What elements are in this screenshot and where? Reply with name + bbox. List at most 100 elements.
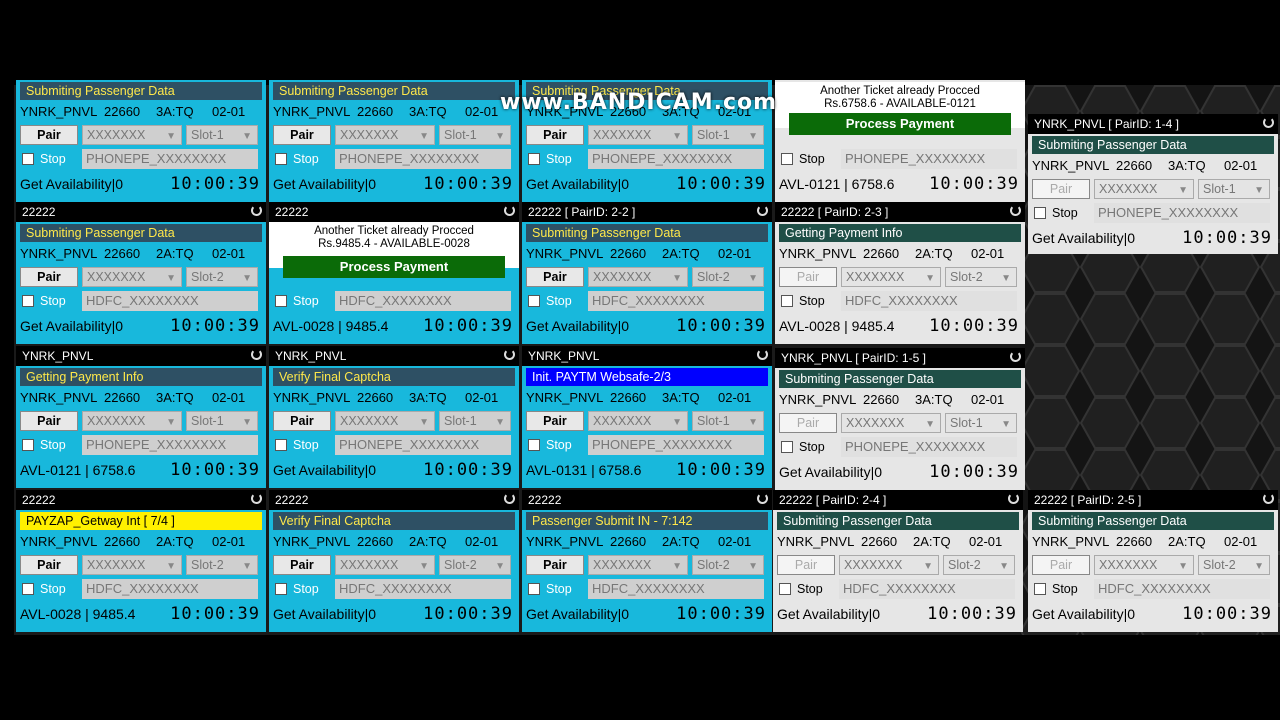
stop-checkbox[interactable] xyxy=(1034,583,1046,595)
slot-select[interactable]: Slot-2 ▼ xyxy=(692,267,764,287)
user-select[interactable]: XXXXXXX ▼ xyxy=(335,125,435,145)
pair-button[interactable]: Pair xyxy=(777,555,835,575)
power-icon[interactable] xyxy=(757,493,768,504)
bank-field[interactable]: HDFC_XXXXXXXX xyxy=(1094,579,1270,599)
user-select[interactable]: XXXXXXX ▼ xyxy=(588,125,688,145)
bank-field[interactable]: PHONEPE_XXXXXXXX xyxy=(841,149,1017,169)
pair-button[interactable]: Pair xyxy=(526,267,584,287)
user-select[interactable]: XXXXXXX ▼ xyxy=(1094,179,1194,199)
user-select[interactable]: XXXXXXX ▼ xyxy=(841,413,941,433)
bank-field[interactable]: PHONEPE_XXXXXXXX xyxy=(82,435,258,455)
pair-button[interactable]: Pair xyxy=(1032,179,1090,199)
process-payment-button[interactable]: Process Payment xyxy=(283,256,505,278)
stop-checkbox[interactable] xyxy=(1034,207,1046,219)
pair-button[interactable]: Pair xyxy=(273,411,331,431)
bank-field[interactable]: PHONEPE_XXXXXXXX xyxy=(335,435,511,455)
user-select[interactable]: XXXXXXX ▼ xyxy=(335,411,435,431)
stop-checkbox[interactable] xyxy=(528,295,540,307)
slot-select[interactable]: Slot-2 ▼ xyxy=(692,555,764,575)
bank-field[interactable]: HDFC_XXXXXXXX xyxy=(82,579,258,599)
bank-field[interactable]: HDFC_XXXXXXXX xyxy=(335,579,511,599)
stop-checkbox[interactable] xyxy=(22,583,34,595)
slot-select[interactable]: Slot-1 ▼ xyxy=(1198,179,1270,199)
user-select[interactable]: XXXXXXX ▼ xyxy=(335,555,435,575)
pair-button[interactable]: Pair xyxy=(20,125,78,145)
power-icon[interactable] xyxy=(251,205,262,216)
user-select[interactable]: XXXXXXX ▼ xyxy=(841,267,941,287)
pair-button[interactable]: Pair xyxy=(526,555,584,575)
bank-field[interactable]: PHONEPE_XXXXXXXX xyxy=(841,437,1017,457)
slot-select[interactable]: Slot-1 ▼ xyxy=(692,411,764,431)
pair-button[interactable]: Pair xyxy=(1032,555,1090,575)
user-select[interactable]: XXXXXXX ▼ xyxy=(82,267,182,287)
stop-checkbox[interactable] xyxy=(781,153,793,165)
user-select[interactable]: XXXXXXX ▼ xyxy=(588,267,688,287)
stop-checkbox[interactable] xyxy=(779,583,791,595)
slot-select[interactable]: Slot-2 ▼ xyxy=(186,267,258,287)
user-select[interactable]: XXXXXXX ▼ xyxy=(82,125,182,145)
slot-select[interactable]: Slot-2 ▼ xyxy=(439,555,511,575)
stop-checkbox[interactable] xyxy=(781,441,793,453)
user-select[interactable]: XXXXXXX ▼ xyxy=(588,411,688,431)
bank-field[interactable]: PHONEPE_XXXXXXXX xyxy=(335,149,511,169)
stop-checkbox[interactable] xyxy=(528,153,540,165)
user-select[interactable]: XXXXXXX ▼ xyxy=(82,555,182,575)
power-icon[interactable] xyxy=(1263,117,1274,128)
user-select[interactable]: XXXXXXX ▼ xyxy=(839,555,939,575)
slot-select[interactable]: Slot-1 ▼ xyxy=(945,413,1017,433)
power-icon[interactable] xyxy=(251,349,262,360)
slot-select[interactable]: Slot-2 ▼ xyxy=(945,267,1017,287)
bank-field[interactable]: HDFC_XXXXXXXX xyxy=(335,291,511,311)
pair-button[interactable]: Pair xyxy=(526,125,584,145)
slot-select[interactable]: Slot-2 ▼ xyxy=(943,555,1015,575)
stop-checkbox[interactable] xyxy=(781,295,793,307)
pair-button[interactable]: Pair xyxy=(20,411,78,431)
pair-button[interactable]: Pair xyxy=(273,555,331,575)
bank-field[interactable]: HDFC_XXXXXXXX xyxy=(839,579,1015,599)
process-payment-button[interactable]: Process Payment xyxy=(789,113,1011,135)
slot-select[interactable]: Slot-2 ▼ xyxy=(1198,555,1270,575)
bank-field[interactable]: HDFC_XXXXXXXX xyxy=(588,579,764,599)
bank-field[interactable]: PHONEPE_XXXXXXXX xyxy=(1094,203,1270,223)
slot-select[interactable]: Slot-1 ▼ xyxy=(692,125,764,145)
bank-field[interactable]: HDFC_XXXXXXXX xyxy=(82,291,258,311)
slot-select[interactable]: Slot-1 ▼ xyxy=(186,411,258,431)
stop-checkbox[interactable] xyxy=(275,583,287,595)
power-icon[interactable] xyxy=(757,349,768,360)
user-select[interactable]: XXXXXXX ▼ xyxy=(1094,555,1194,575)
pair-button[interactable]: Pair xyxy=(20,267,78,287)
stop-checkbox[interactable] xyxy=(22,295,34,307)
pair-button[interactable]: Pair xyxy=(779,413,837,433)
slot-select[interactable]: Slot-2 ▼ xyxy=(186,555,258,575)
power-icon[interactable] xyxy=(1010,205,1021,216)
bank-field[interactable]: HDFC_XXXXXXXX xyxy=(588,291,764,311)
power-icon[interactable] xyxy=(757,205,768,216)
stop-checkbox[interactable] xyxy=(528,583,540,595)
pair-button[interactable]: Pair xyxy=(526,411,584,431)
power-icon[interactable] xyxy=(1008,493,1019,504)
power-icon[interactable] xyxy=(504,205,515,216)
user-select[interactable]: XXXXXXX ▼ xyxy=(82,411,182,431)
stop-checkbox[interactable] xyxy=(22,153,34,165)
bank-field[interactable]: PHONEPE_XXXXXXXX xyxy=(588,435,764,455)
stop-checkbox[interactable] xyxy=(275,439,287,451)
bank-field[interactable]: PHONEPE_XXXXXXXX xyxy=(82,149,258,169)
stop-checkbox[interactable] xyxy=(275,153,287,165)
stop-checkbox[interactable] xyxy=(22,439,34,451)
power-icon[interactable] xyxy=(1263,493,1274,504)
stop-checkbox[interactable] xyxy=(275,295,287,307)
stop-checkbox[interactable] xyxy=(528,439,540,451)
power-icon[interactable] xyxy=(251,493,262,504)
slot-select[interactable]: Slot-1 ▼ xyxy=(186,125,258,145)
pair-button[interactable]: Pair xyxy=(273,125,331,145)
slot-select[interactable]: Slot-1 ▼ xyxy=(439,411,511,431)
power-icon[interactable] xyxy=(504,349,515,360)
bank-field[interactable]: HDFC_XXXXXXXX xyxy=(841,291,1017,311)
pair-button[interactable]: Pair xyxy=(779,267,837,287)
power-icon[interactable] xyxy=(1010,351,1021,362)
pair-button[interactable]: Pair xyxy=(20,555,78,575)
user-select[interactable]: XXXXXXX ▼ xyxy=(588,555,688,575)
slot-select[interactable]: Slot-1 ▼ xyxy=(439,125,511,145)
bank-field[interactable]: PHONEPE_XXXXXXXX xyxy=(588,149,764,169)
power-icon[interactable] xyxy=(504,493,515,504)
